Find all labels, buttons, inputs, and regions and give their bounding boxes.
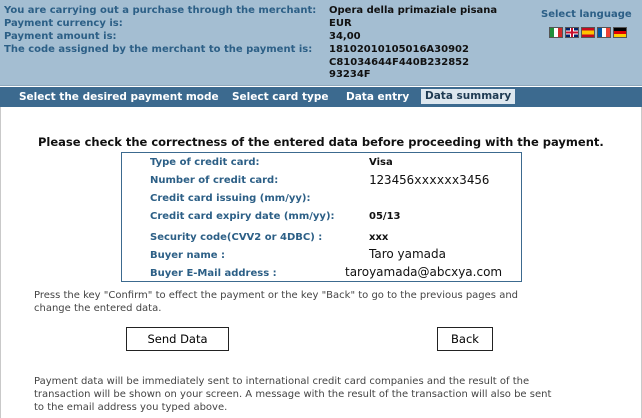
amount-label: Payment amount is: <box>4 31 117 42</box>
footer-note-line2: transaction will be shown on your screen… <box>34 389 552 400</box>
flag-spanish-icon[interactable] <box>581 27 595 38</box>
step-navigation: Select the desired payment mode Select c… <box>0 87 642 107</box>
security-code-label: Security code(CVV2 or 4DBC) : <box>150 232 323 243</box>
buyer-name-value: Taro yamada <box>369 247 446 261</box>
back-button[interactable]: Back <box>437 327 493 351</box>
card-expiry-value: 05/13 <box>369 211 401 222</box>
step-data-entry[interactable]: Data entry <box>346 90 409 104</box>
flag-italian-icon[interactable] <box>549 27 563 38</box>
step-payment-mode[interactable]: Select the desired payment mode <box>19 90 219 104</box>
merchant-value: Opera della primaziale pisana <box>329 5 498 16</box>
step-card-type[interactable]: Select card type <box>232 90 328 104</box>
flag-french-icon[interactable] <box>597 27 611 38</box>
confirm-instructions-line2: change the entered data. <box>34 303 162 314</box>
footer-note-line1: Payment data will be immediately sent to… <box>34 376 530 387</box>
currency-label: Payment currency is: <box>4 18 123 29</box>
card-number-label: Number of credit card: <box>150 175 279 186</box>
language-flags <box>549 27 627 38</box>
confirm-instructions-line1: Press the key "Confirm" to effect the pa… <box>34 290 519 301</box>
confirm-instructions: Press the key "Confirm" to effect the pa… <box>34 289 624 315</box>
amount-value: 34,00 <box>329 31 361 42</box>
payment-code-line3: 93234F <box>329 69 371 80</box>
send-data-button[interactable]: Send Data <box>126 327 229 351</box>
flag-german-icon[interactable] <box>613 27 627 38</box>
card-type-value: Visa <box>369 157 393 168</box>
payment-code-line2: C81034644F440B232852 <box>329 57 470 68</box>
flag-english-icon[interactable] <box>565 27 579 38</box>
payment-code-line1: 18102010105016A30902 <box>329 44 469 55</box>
card-type-label: Type of credit card: <box>150 157 260 168</box>
currency-value: EUR <box>329 18 352 29</box>
card-issuing-label: Credit card issuing (mm/yy): <box>150 193 311 204</box>
security-code-value: xxx <box>369 232 389 243</box>
merchant-label: You are carrying out a purchase through … <box>4 5 317 16</box>
step-data-summary[interactable]: Data summary <box>421 89 516 104</box>
buyer-email-value: taroyamada@abcxya.com <box>345 265 503 279</box>
payment-code-label: The code assigned by the merchant to the… <box>4 44 313 55</box>
payment-footer-note: Payment data will be immediately sent to… <box>34 375 624 414</box>
select-language-label: Select language <box>541 9 632 20</box>
merchant-header: You are carrying out a purchase through … <box>0 0 642 86</box>
footer-note-line3: to the email address you typed above. <box>34 402 228 413</box>
page-instruction: Please check the correctness of the ente… <box>38 135 604 149</box>
buyer-email-label: Buyer E-Mail address : <box>150 268 277 279</box>
card-number-value: 123456xxxxxx3456 <box>369 172 490 187</box>
card-expiry-label: Credit card expiry date (mm/yy): <box>150 211 335 222</box>
buyer-name-label: Buyer name : <box>150 250 226 261</box>
